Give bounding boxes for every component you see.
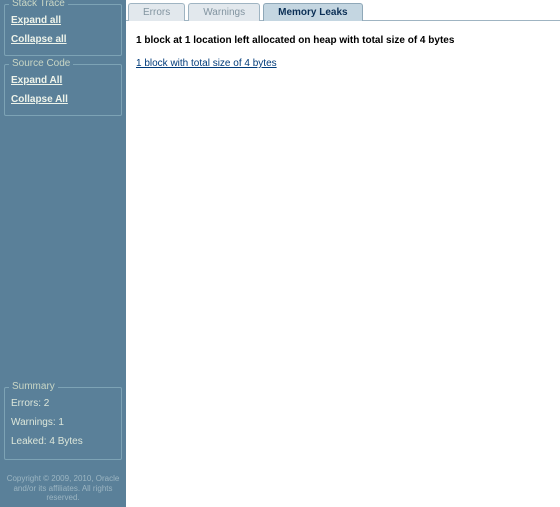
tab-memory-leaks[interactable]: Memory Leaks — [263, 3, 362, 21]
copyright: Copyright © 2009, 2010, Oracle and/or it… — [4, 474, 122, 503]
source-code-panel: Source Code Expand All Collapse All — [4, 64, 122, 116]
main-area: Errors Warnings Memory Leaks 1 block at … — [126, 0, 560, 507]
summary-panel: Summary Errors: 2 Warnings: 1 Leaked: 4 … — [4, 387, 122, 460]
tab-warnings[interactable]: Warnings — [188, 3, 260, 21]
stack-trace-title: Stack Trace — [9, 0, 68, 9]
leak-link[interactable]: 1 block with total size of 4 bytes — [136, 58, 277, 69]
summary-errors: Errors: 2 — [11, 394, 115, 413]
summary-leaked: Leaked: 4 Bytes — [11, 432, 115, 451]
leak-heading: 1 block at 1 location left allocated on … — [136, 35, 550, 46]
expand-all-source[interactable]: Expand All — [11, 73, 115, 88]
sidebar: Stack Trace Expand all Collapse all Sour… — [0, 0, 126, 507]
content-area: 1 block at 1 location left allocated on … — [126, 21, 560, 83]
summary-title: Summary — [9, 381, 58, 392]
tab-errors[interactable]: Errors — [128, 3, 185, 21]
source-code-title: Source Code — [9, 58, 73, 69]
collapse-all-source[interactable]: Collapse All — [11, 92, 115, 107]
summary-warnings: Warnings: 1 — [11, 413, 115, 432]
tab-bar: Errors Warnings Memory Leaks — [126, 0, 560, 21]
expand-all-stack[interactable]: Expand all — [11, 13, 115, 28]
stack-trace-panel: Stack Trace Expand all Collapse all — [4, 4, 122, 56]
collapse-all-stack[interactable]: Collapse all — [11, 32, 115, 47]
